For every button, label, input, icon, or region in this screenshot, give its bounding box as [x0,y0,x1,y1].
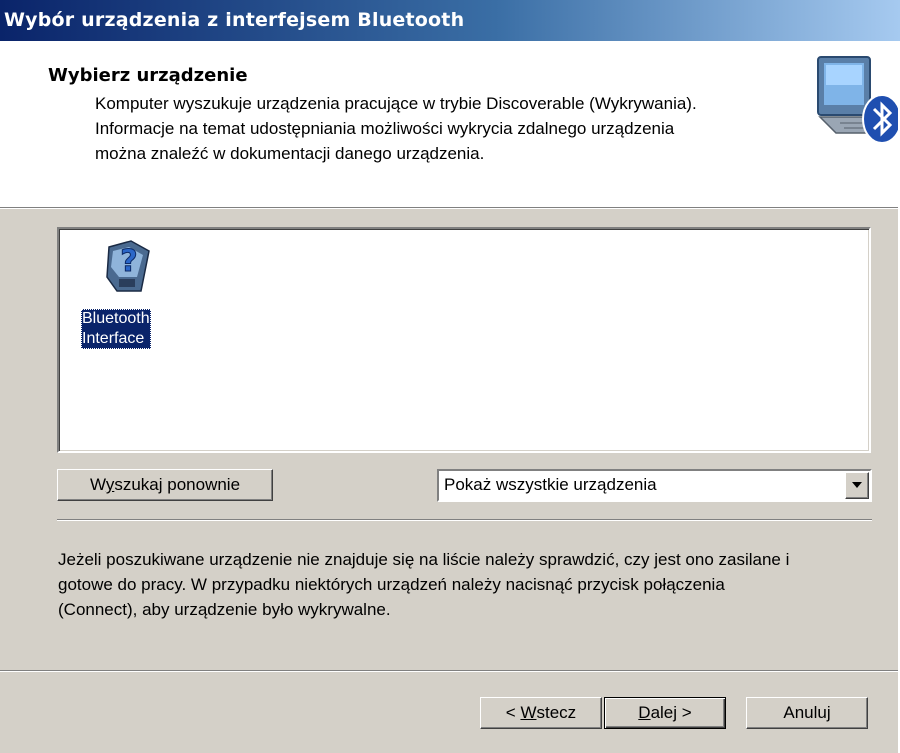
list-divider-highlight [57,520,872,521]
description-line: Informacje na temat udostępniania możliw… [95,119,675,138]
title-bar[interactable]: Wybór urządzenia z interfejsem Bluetooth [0,0,900,41]
unknown-device-icon: ? [106,240,150,292]
bluetooth-computer-icon [817,56,900,144]
help-text: Jeżeli poszukiwane urządzenie nie znajdu… [58,547,888,622]
help-text-line: gotowe do pracy. W przypadku niektórych … [58,575,725,594]
cancel-button[interactable]: Anuluj [746,697,868,729]
filter-selected-value: Pokaż wszystkie urządzenia [444,475,657,494]
device-list[interactable]: ? Bluetooth Interface [57,227,871,453]
svg-text:?: ? [120,244,137,279]
wizard-header: Wybierz urządzenie Komputer wyszukuje ur… [0,41,900,207]
search-again-button[interactable]: Wyszukaj ponownie [57,469,273,501]
help-text-line: Jeżeli poszukiwane urządzenie nie znajdu… [58,550,790,569]
description-line: można znaleźć w dokumentacji danego urzą… [95,144,485,163]
description-line: Komputer wyszukuje urządzenia pracujące … [95,94,697,113]
page-title: Wybierz urządzenie [48,65,248,86]
header-divider-highlight [0,208,898,209]
back-button[interactable]: < Wstecz [480,697,602,729]
help-text-line: (Connect), aby urządzenie było wykrywaln… [58,600,391,619]
device-filter-select[interactable]: Pokaż wszystkie urządzenia [437,469,872,502]
next-button[interactable]: Dalej > [604,697,726,729]
footer-divider-highlight [0,671,898,672]
device-label: Bluetooth Interface [81,309,151,349]
chevron-down-icon[interactable] [845,472,869,499]
page-description: Komputer wyszukuje urządzenia pracujące … [95,91,795,166]
window-title: Wybór urządzenia z interfejsem Bluetooth [4,9,465,31]
